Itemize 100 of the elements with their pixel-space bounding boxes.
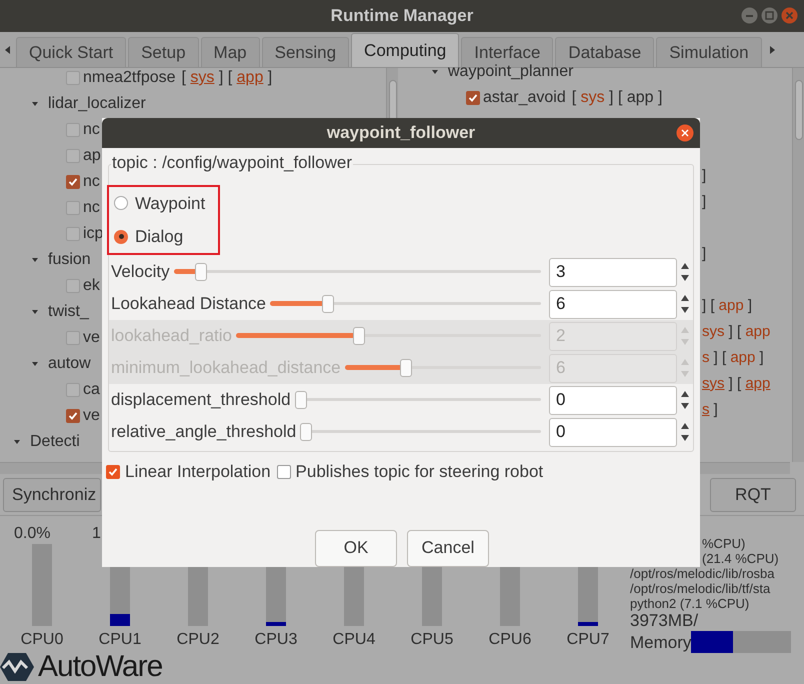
dialog-title: waypoint_follower [326,122,476,144]
slider[interactable] [174,262,541,282]
node-links: ] [702,192,706,212]
memory-label: Memory [630,634,692,650]
cpu-label: CPU2 [176,630,220,650]
tree-item[interactable]: ap [83,144,101,168]
process-line: python2 (7.1 %CPU) [630,596,750,611]
node-links: ] [702,166,706,186]
tree-item[interactable]: icp [83,222,104,246]
process-line: /opt/ros/melodic/lib/tf/sta [630,581,772,596]
minimize-icon[interactable] [741,7,758,24]
checkbox[interactable] [66,383,80,397]
tree-item[interactable]: twist_ [48,300,89,324]
node-links: [ sys ] [ app ] [182,69,272,86]
param-label: Velocity [111,261,170,284]
cpu-label: CPU5 [410,630,454,650]
spin-arrows-icon[interactable] [680,389,690,411]
checkbox[interactable] [66,201,80,215]
process-line: /opt/ros/melodic/lib/rosba [630,566,776,581]
checkbox-label[interactable]: Linear Interpolation [125,459,271,484]
number-field[interactable]: 0 [549,418,677,446]
tree-item[interactable]: astar_avoid [483,86,566,110]
tree-item[interactable]: nc [83,118,100,142]
tree-item[interactable]: nc [83,170,100,194]
tree-item[interactable]: ek [83,274,100,298]
cpu-label: CPU7 [566,630,610,650]
checkbox[interactable] [66,279,80,293]
checkbox-label[interactable]: Publishes topic for steering robot [296,459,544,484]
tree-item[interactable]: fusion [48,248,91,272]
cpu-label: CPU3 [254,630,298,650]
node-links: ] [ app ] [702,296,752,316]
tab[interactable]: Computing [351,33,460,67]
close-icon[interactable] [676,124,694,142]
window-title: Runtime Manager [330,5,474,28]
tree-item[interactable]: ve [83,326,100,350]
slider[interactable] [300,422,541,442]
checkbox[interactable] [66,409,80,423]
tree-item[interactable]: Detecti [30,430,80,454]
node-links: s ] [702,400,718,420]
node-links: ] [702,244,706,264]
number-field[interactable]: 0 [549,386,677,414]
process-line: %CPU) [701,536,746,551]
tree-item[interactable]: ca [83,378,100,402]
node-links: [ sys ] [ app ] [572,89,662,106]
tree-item[interactable]: nmea2tfpose [83,66,176,90]
tree-item[interactable]: nc [83,196,100,220]
checkbox[interactable] [66,175,80,189]
action-button[interactable]: RQT [710,478,796,512]
spin-arrows-icon[interactable] [680,261,690,283]
spin-arrows-icon[interactable] [680,293,690,315]
radio-label[interactable]: Waypoint [135,190,206,216]
action-button[interactable]: Synchroniz [3,478,101,512]
logo-text: AutoWare [38,652,162,682]
tree-item[interactable]: autow [48,352,91,376]
process-line: (21.4 %CPU) [701,551,780,566]
checkbox[interactable] [66,71,80,85]
checkbox[interactable] [466,91,480,105]
scroll-left-icon[interactable] [4,45,12,55]
radio-button[interactable] [114,230,128,244]
cpu-label: CPU0 [20,630,64,650]
tree-item[interactable]: lidar_localizer [48,92,146,116]
cpu-label: CPU1 [98,630,142,650]
link[interactable]: app [626,89,654,106]
param-label: displacement_threshold [111,389,291,412]
group-title: topic : /config/waypoint_follower [111,153,354,173]
dialog-button[interactable]: Cancel [407,530,489,566]
checkbox[interactable] [66,331,80,345]
checkbox[interactable] [106,464,120,479]
cpu-reading: 0.0% [14,525,50,542]
node-links: sys ] [ app [702,322,770,342]
cpu-reading: 1 [92,525,101,542]
slider[interactable] [294,390,541,410]
radio-button[interactable] [114,196,128,210]
tab[interactable]: Sensing [262,37,350,67]
spin-arrows-icon[interactable] [680,421,690,443]
checkbox[interactable] [66,227,80,241]
slider[interactable] [270,294,541,314]
cpu-label: CPU6 [488,630,532,650]
memory-reading: 3973MB/ [630,611,700,631]
tab[interactable]: Setup [128,37,199,67]
checkbox[interactable] [66,149,80,163]
checkbox[interactable] [66,123,80,137]
param-label: Lookahead Distance [111,293,266,316]
tab[interactable]: Map [200,37,260,67]
dialog-button[interactable]: OK [315,530,397,566]
radio-label[interactable]: Dialog [135,224,184,250]
tree-item[interactable]: ve [83,404,100,428]
number-field[interactable]: 6 [549,290,677,318]
cpu-label: CPU4 [332,630,376,650]
scroll-right-icon[interactable] [768,45,776,55]
tab[interactable]: Database [555,37,654,67]
param-label: relative_angle_threshold [111,421,296,444]
node-links: sys ] [ app [702,374,770,394]
maximize-icon[interactable] [761,7,778,24]
tab[interactable]: Quick Start [16,37,126,67]
tab[interactable]: Simulation [656,37,762,67]
node-links: s ] [ app ] [702,348,764,368]
number-field[interactable]: 3 [549,258,677,286]
checkbox[interactable] [276,464,291,479]
logo-icon [0,652,34,682]
